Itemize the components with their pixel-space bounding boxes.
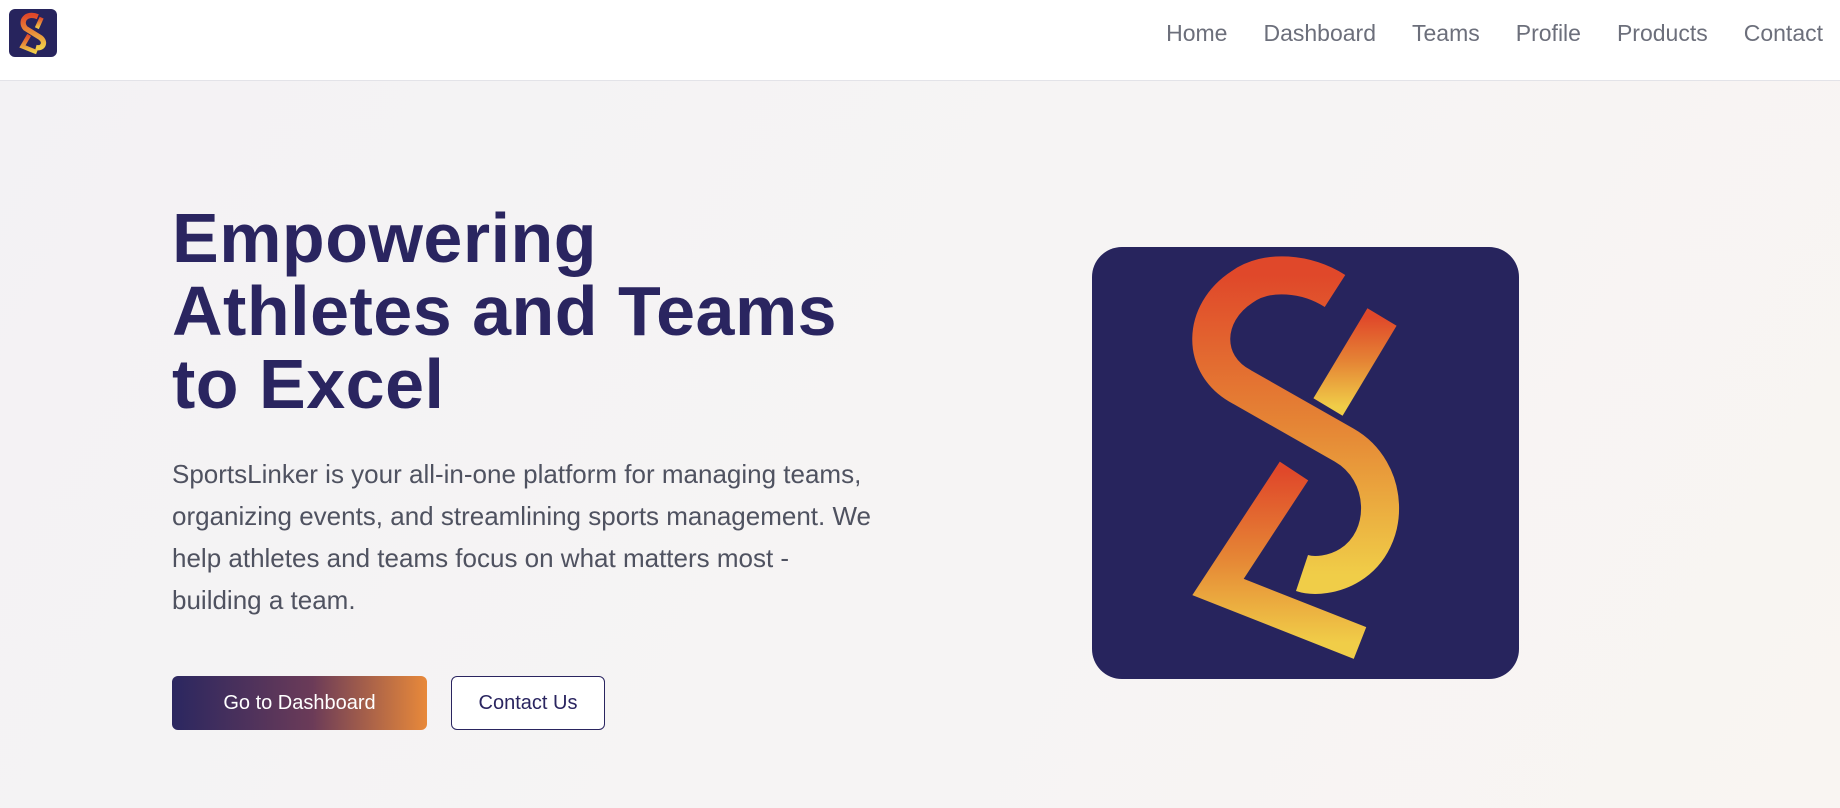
logo-s-glyph-icon <box>19 12 47 55</box>
hero-title: Empowering Athletes and Teams to Excel <box>172 199 838 423</box>
hero-section: Empowering Athletes and Teams to Excel S… <box>172 202 872 730</box>
sportslinker-s-logo-icon <box>1192 256 1399 659</box>
hero-actions: Go to Dashboard Contact Us <box>172 676 872 730</box>
nav-teams[interactable]: Teams <box>1394 18 1498 48</box>
nav-profile[interactable]: Profile <box>1498 18 1599 48</box>
contact-us-button[interactable]: Contact Us <box>451 676 605 730</box>
site-header: Home Dashboard Teams Profile Products Co… <box>0 0 1840 81</box>
nav-products[interactable]: Products <box>1599 18 1726 48</box>
go-to-dashboard-button[interactable]: Go to Dashboard <box>172 676 427 730</box>
hero-description: SportsLinker is your all-in-one platform… <box>172 459 872 615</box>
nav-contact[interactable]: Contact <box>1726 18 1823 48</box>
hero-logo-image <box>1092 247 1519 679</box>
main-nav: Home Dashboard Teams Profile Products Co… <box>1148 18 1823 48</box>
brand-logo-icon[interactable] <box>9 9 57 57</box>
nav-home[interactable]: Home <box>1148 18 1245 48</box>
nav-dashboard[interactable]: Dashboard <box>1245 18 1394 48</box>
